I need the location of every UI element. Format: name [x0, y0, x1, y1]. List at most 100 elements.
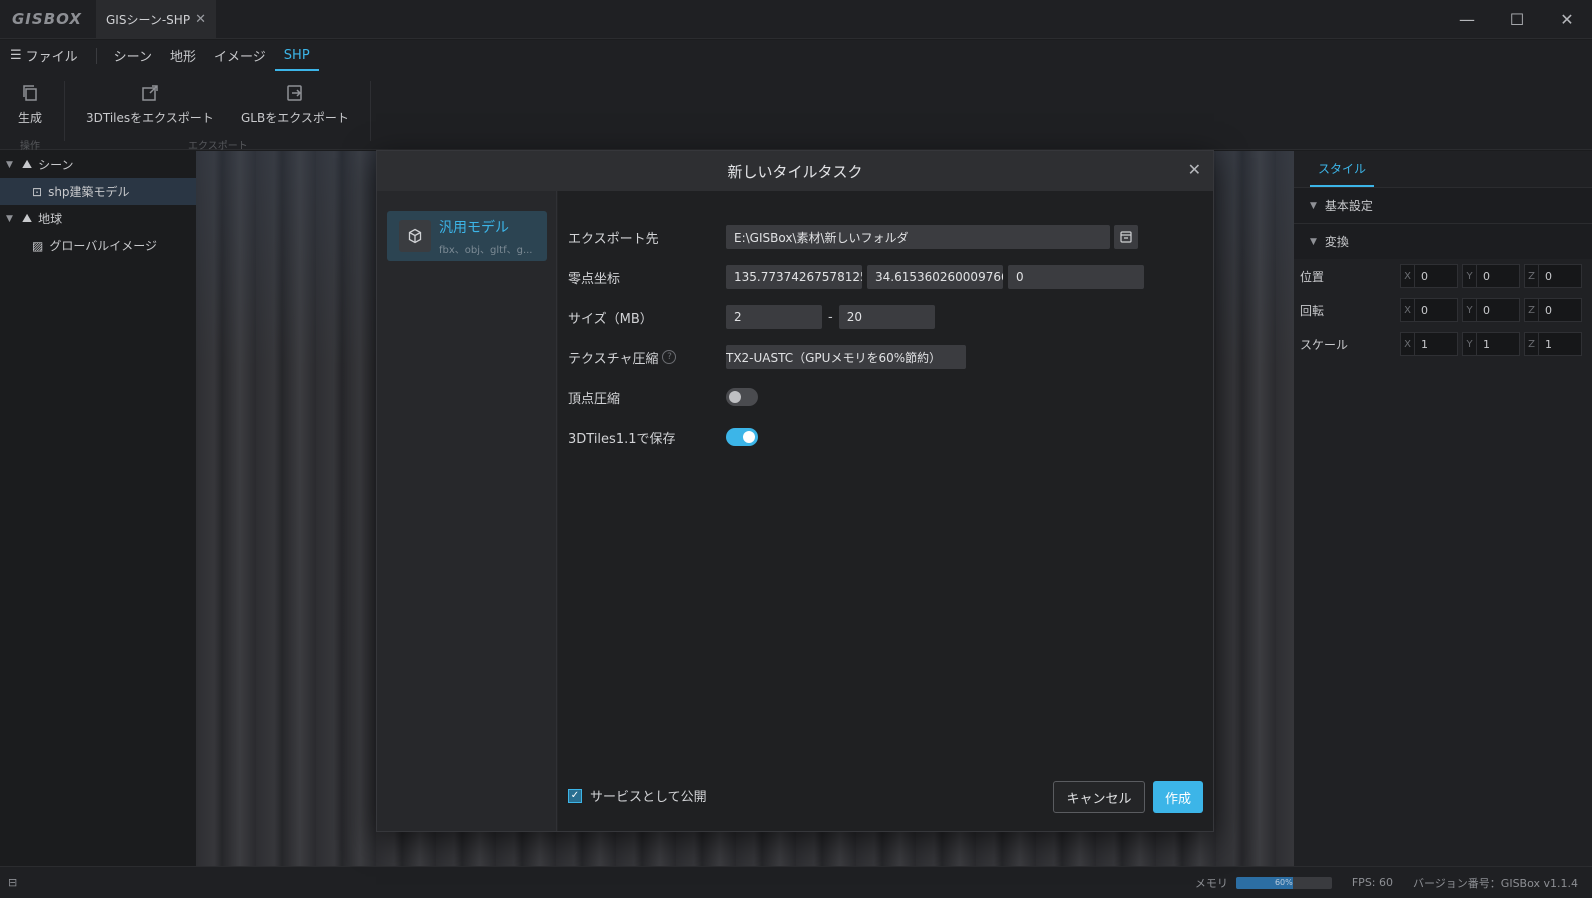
maximize-icon[interactable]: ☐ [1492, 0, 1542, 39]
close-tab-icon[interactable]: ✕ [195, 12, 206, 27]
position-row: 位置 X0 Y0 Z0 [1294, 259, 1592, 293]
model-type-card-generic[interactable]: 汎用モデル fbx、obj、gltf、g... [387, 211, 547, 261]
publish-checkbox[interactable]: ✓ [568, 788, 582, 803]
rotation-row: 回転 X0 Y0 Z0 [1294, 293, 1592, 327]
publish-label: サービスとして公開 [590, 790, 707, 805]
vertex-compression-label: 頂点圧縮 [568, 391, 621, 407]
group-label-export: エクスポート [188, 141, 248, 152]
vertex-compression-toggle[interactable] [726, 388, 758, 406]
tree-node-scene[interactable]: ▼ ⛰ シーン [0, 151, 196, 178]
image-icon: ▨ [32, 238, 44, 253]
section-basic-settings[interactable]: ▼ 基本設定 [1294, 187, 1592, 223]
rotation-label: 回転 [1300, 303, 1325, 318]
caret-down-icon[interactable]: ▼ [6, 160, 16, 170]
help-icon[interactable]: ? [662, 350, 677, 364]
copy-icon [23, 85, 37, 101]
rotation-z-input[interactable]: Z0 [1524, 298, 1582, 322]
document-tab[interactable]: GISシーン-SHP ✕ [96, 0, 216, 38]
scale-label: スケール [1300, 337, 1349, 352]
tree-node-shp-model[interactable]: ⊡ shp建築モデル [0, 178, 196, 205]
status-left-icon[interactable]: ⊟ [8, 876, 17, 889]
tab-style[interactable]: スタイル [1294, 151, 1592, 187]
caret-down-icon: ▼ [1310, 200, 1317, 211]
texture-compression-label-wrap: テクスチャ圧縮 ? [568, 348, 726, 367]
tree-node-global-image[interactable]: ▨ グローバルイメージ [0, 232, 196, 259]
origin-x-input[interactable]: 135.77374267578125 [726, 265, 862, 289]
app-logo: GISBOX [12, 10, 82, 28]
menu-separator [95, 47, 97, 64]
create-button[interactable]: 作成 [1153, 781, 1203, 813]
hamburger-icon: ☰ [10, 48, 22, 63]
section-transform[interactable]: ▼ 変換 [1294, 223, 1592, 259]
size-separator: - [828, 309, 833, 325]
close-window-icon[interactable]: ✕ [1542, 0, 1592, 39]
file-menu[interactable]: ☰ ファイル [0, 46, 88, 65]
close-icon[interactable]: ✕ [1188, 160, 1201, 179]
menu-item-shp[interactable]: SHP [275, 40, 319, 71]
menu-item-terrain[interactable]: 地形 [161, 40, 205, 71]
rotation-x-input[interactable]: X0 [1400, 298, 1458, 322]
minimize-icon[interactable]: — [1442, 0, 1492, 39]
ribbon-separator [64, 81, 65, 141]
origin-y-input[interactable]: 34.615360260009766 [867, 265, 1003, 289]
origin-coord-row: 零点坐标 135.77374267578125 34.6153602600097… [568, 265, 1144, 289]
section-basic-settings-label: 基本設定 [1324, 199, 1373, 213]
origin-z-input[interactable]: 0 [1008, 265, 1144, 289]
memory-bar-percent: 60% [1274, 877, 1293, 887]
export-glb-button[interactable]: GLBをエクスポート [241, 83, 349, 126]
version-label: バージョン番号：GISBox v1.1.4 [1413, 876, 1578, 890]
generate-button[interactable]: 生成 [18, 83, 42, 126]
memory-bar: 60% [1235, 876, 1332, 889]
ribbon-separator [370, 81, 371, 141]
origin-coord-label: 零点坐标 [568, 271, 621, 287]
scale-row: スケール X1 Y1 Z1 [1294, 327, 1592, 361]
texture-compression-label: テクスチャ圧縮 [568, 351, 659, 367]
export-3dtiles-label: 3DTilesをエクスポート [86, 111, 214, 125]
publish-service-option[interactable]: ✓ サービスとして公開 [568, 786, 707, 805]
save-3dtiles11-toggle[interactable] [726, 428, 758, 446]
model-type-list: 汎用モデル fbx、obj、gltf、g... [377, 191, 557, 831]
position-z-input[interactable]: Z0 [1524, 264, 1582, 288]
scale-z-input[interactable]: Z1 [1524, 332, 1582, 356]
position-label: 位置 [1300, 269, 1325, 284]
position-y-input[interactable]: Y0 [1462, 264, 1520, 288]
menu-item-image[interactable]: イメージ [205, 40, 275, 71]
menu-bar: ☰ ファイル シーン 地形 イメージ SHP [0, 40, 1592, 71]
size-max-input[interactable]: 20 [838, 305, 935, 329]
export-path-input[interactable]: E:\GISBox\素材\新しいフォルダ [726, 225, 1110, 249]
folder-icon[interactable] [1114, 225, 1138, 249]
tree-node-globe-label: 地球 [38, 212, 63, 226]
texture-compression-row: テクスチャ圧縮 ? TX2-UASTC（GPUメモリを60%節約） [568, 345, 966, 369]
new-tile-task-dialog: 新しいタイルタスク ✕ 汎用モデル fbx、obj、gltf、g... エクスポ… [376, 150, 1214, 832]
generate-label: 生成 [18, 111, 43, 125]
rotation-y-input[interactable]: Y0 [1462, 298, 1520, 322]
caret-down-icon[interactable]: ▼ [6, 214, 16, 224]
tree-node-scene-label: シーン [38, 158, 74, 172]
size-label: サイズ（MB） [568, 311, 653, 327]
model-icon: ⊡ [32, 184, 43, 199]
model-type-formats: fbx、obj、gltf、g... [439, 244, 533, 256]
scale-y-input[interactable]: Y1 [1462, 332, 1520, 356]
size-min-input[interactable]: 2 [726, 305, 822, 329]
cube-icon [399, 220, 431, 252]
tree-node-global-image-label: グローバルイメージ [49, 239, 157, 253]
ribbon-toolbar: 生成 操作 3DTilesをエクスポート GLBをエクスポート エクスポート [0, 71, 1592, 152]
group-label-operation: 操作 [20, 141, 40, 152]
texture-compression-select[interactable]: TX2-UASTC（GPUメモリを60%節約） [726, 345, 966, 369]
model-type-title: 汎用モデル [439, 219, 509, 236]
window-controls: — ☐ ✕ [1442, 0, 1592, 39]
position-x-input[interactable]: X0 [1400, 264, 1458, 288]
export-path-row: エクスポート先 E:\GISBox\素材\新しいフォルダ [568, 225, 1138, 249]
export-glb-label: GLBをエクスポート [241, 111, 349, 125]
dialog-header: 新しいタイルタスク ✕ [377, 151, 1213, 191]
scale-x-input[interactable]: X1 [1400, 332, 1458, 356]
layers-icon: ⛰ [22, 211, 33, 225]
fps-counter: FPS: 60 [1351, 876, 1394, 889]
save-3dtiles11-label: 3DTiles1.1で保存 [568, 431, 676, 447]
tree-node-shp-model-label: shp建築モデル [48, 185, 130, 199]
export-3dtiles-button[interactable]: 3DTilesをエクスポート [86, 83, 214, 126]
cancel-button[interactable]: キャンセル [1053, 781, 1145, 813]
properties-panel: スタイル ▼ 基本設定 ▼ 変換 位置 X0 Y0 Z0 回転 X0 Y0 Z0… [1294, 151, 1592, 866]
menu-item-scene[interactable]: シーン [105, 40, 161, 71]
tree-node-globe[interactable]: ▼ ⛰ 地球 [0, 205, 196, 232]
